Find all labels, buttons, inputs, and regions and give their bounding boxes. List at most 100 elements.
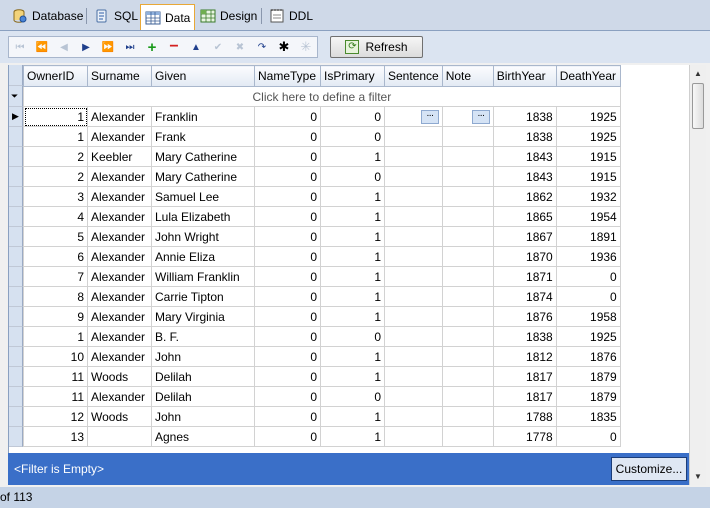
grid-cell[interactable]: [384, 386, 443, 407]
last-record-button[interactable]: ⏭: [119, 37, 141, 57]
grid-cell[interactable]: 0: [254, 246, 321, 267]
grid-cell[interactable]: 0: [254, 166, 321, 187]
grid-cell[interactable]: 1871: [492, 266, 557, 287]
grid-cell[interactable]: Franklin: [151, 106, 255, 127]
grid-cell[interactable]: 1838: [492, 126, 557, 147]
grid-cell[interactable]: 1: [320, 426, 385, 447]
grid-cell[interactable]: 0: [320, 326, 385, 347]
grid-cell[interactable]: [384, 266, 443, 287]
tab-sql[interactable]: SQL: [90, 4, 142, 28]
grid-cell[interactable]: [384, 306, 443, 327]
refresh-button[interactable]: ⟳ Refresh: [330, 36, 423, 58]
grid-cell[interactable]: 0: [555, 266, 621, 287]
grid-cell[interactable]: 1835: [555, 406, 621, 427]
column-header[interactable]: Sentence: [384, 65, 443, 87]
grid-cell[interactable]: 1: [23, 126, 88, 147]
grid-cell[interactable]: 1: [320, 286, 385, 307]
grid-cell[interactable]: 1843: [492, 146, 557, 167]
table-row[interactable]: 12 Woods John 0 1 1788 1835: [23, 406, 621, 427]
grid-cell[interactable]: 0: [254, 146, 321, 167]
grid-cell[interactable]: [384, 246, 443, 267]
tab-database[interactable]: Database: [8, 4, 87, 28]
grid-cell[interactable]: [441, 206, 494, 227]
grid-cell[interactable]: [441, 166, 494, 187]
grid-cell[interactable]: John: [151, 346, 255, 367]
table-row[interactable]: 1 Alexander B. F. 0 0 1838 1925: [23, 326, 621, 347]
tab-ddl[interactable]: DDL: [265, 4, 317, 28]
grid-cell[interactable]: 0: [254, 386, 321, 407]
ellipsis-button[interactable]: ···: [471, 109, 490, 124]
grid-cell[interactable]: [441, 426, 494, 447]
filter-row[interactable]: Click here to define a filter: [23, 86, 621, 107]
grid-cell[interactable]: 1817: [492, 386, 557, 407]
row-indicator[interactable]: [9, 427, 23, 447]
table-row[interactable]: 11 Alexander Delilah 0 0 1817 1879: [23, 386, 621, 407]
prior-page-button[interactable]: ⏪: [31, 37, 53, 57]
grid-cell[interactable]: 1838: [492, 106, 557, 127]
prior-record-button[interactable]: ◀: [53, 37, 75, 57]
grid-cell[interactable]: 1: [320, 146, 385, 167]
grid-cell[interactable]: 1925: [555, 126, 621, 147]
grid-cell[interactable]: 1925: [555, 326, 621, 347]
grid-cell[interactable]: Mary Catherine: [151, 146, 255, 167]
row-indicator[interactable]: [9, 127, 23, 147]
grid-cell[interactable]: B. F.: [151, 326, 255, 347]
grid-cell[interactable]: 8: [23, 286, 88, 307]
grid-cell[interactable]: 6: [23, 246, 88, 267]
grid-cell[interactable]: Carrie Tipton: [151, 286, 255, 307]
row-indicator[interactable]: [9, 287, 23, 307]
grid-cell[interactable]: 1879: [555, 366, 621, 387]
column-header[interactable]: IsPrimary: [320, 65, 385, 87]
row-indicator[interactable]: [9, 207, 23, 227]
grid-cell[interactable]: 1870: [492, 246, 557, 267]
grid-cell[interactable]: Annie Eliza: [151, 246, 255, 267]
row-indicator[interactable]: [9, 227, 23, 247]
grid-cell[interactable]: Alexander: [87, 106, 152, 127]
grid-cell[interactable]: 1915: [555, 166, 621, 187]
row-indicator[interactable]: [9, 147, 23, 167]
table-row[interactable]: 1 Alexander Franklin 0 0 ··· ··· 1838 1925: [23, 106, 621, 127]
table-row[interactable]: 7 Alexander William Franklin 0 1 1871 0: [23, 266, 621, 287]
grid-cell[interactable]: 1: [320, 266, 385, 287]
grid-cell[interactable]: 0: [320, 166, 385, 187]
grid-cell[interactable]: [384, 186, 443, 207]
ellipsis-button[interactable]: ···: [420, 109, 439, 124]
grid-cell[interactable]: 1874: [492, 286, 557, 307]
grid-cell[interactable]: 1879: [555, 386, 621, 407]
grid-cell[interactable]: Alexander: [87, 226, 152, 247]
grid-cell[interactable]: [441, 146, 494, 167]
grid-cell[interactable]: 12: [23, 406, 88, 427]
grid-cell[interactable]: [87, 426, 152, 447]
filter-indicator[interactable]: ⏷: [9, 86, 23, 107]
grid-cell[interactable]: Alexander: [87, 326, 152, 347]
customize-button[interactable]: Customize...: [611, 457, 687, 481]
table-row[interactable]: 9 Alexander Mary Virginia 0 1 1876 1958: [23, 306, 621, 327]
grid-cell[interactable]: 0: [254, 346, 321, 367]
grid-cell[interactable]: 0: [254, 226, 321, 247]
grid-cell[interactable]: Delilah: [151, 366, 255, 387]
grid-cell[interactable]: Alexander: [87, 206, 152, 227]
grid-cell[interactable]: Mary Virginia: [151, 306, 255, 327]
grid-cell[interactable]: 1788: [492, 406, 557, 427]
grid-cell[interactable]: Keebler: [87, 146, 152, 167]
table-row[interactable]: 13 Agnes 0 1 1778 0: [23, 426, 621, 447]
grid-cell[interactable]: 1876: [555, 346, 621, 367]
grid-cell[interactable]: 1958: [555, 306, 621, 327]
grid-cell[interactable]: [441, 386, 494, 407]
edit-record-button[interactable]: ▲: [185, 37, 207, 57]
next-record-button[interactable]: ▶: [75, 37, 97, 57]
row-indicator[interactable]: [9, 327, 23, 347]
grid-cell[interactable]: [441, 366, 494, 387]
column-header[interactable]: DeathYear: [555, 65, 621, 87]
row-indicator[interactable]: [9, 367, 23, 387]
grid-cell[interactable]: [384, 366, 443, 387]
grid-cell[interactable]: 1: [320, 306, 385, 327]
grid-cell[interactable]: 1: [320, 246, 385, 267]
grid-cell[interactable]: Alexander: [87, 166, 152, 187]
grid-cell[interactable]: Frank: [151, 126, 255, 147]
row-indicator[interactable]: [9, 407, 23, 427]
corner-indicator[interactable]: [9, 65, 23, 86]
grid-cell[interactable]: Alexander: [87, 286, 152, 307]
grid-cell[interactable]: 0: [320, 106, 385, 127]
grid-cell[interactable]: 0: [254, 366, 321, 387]
